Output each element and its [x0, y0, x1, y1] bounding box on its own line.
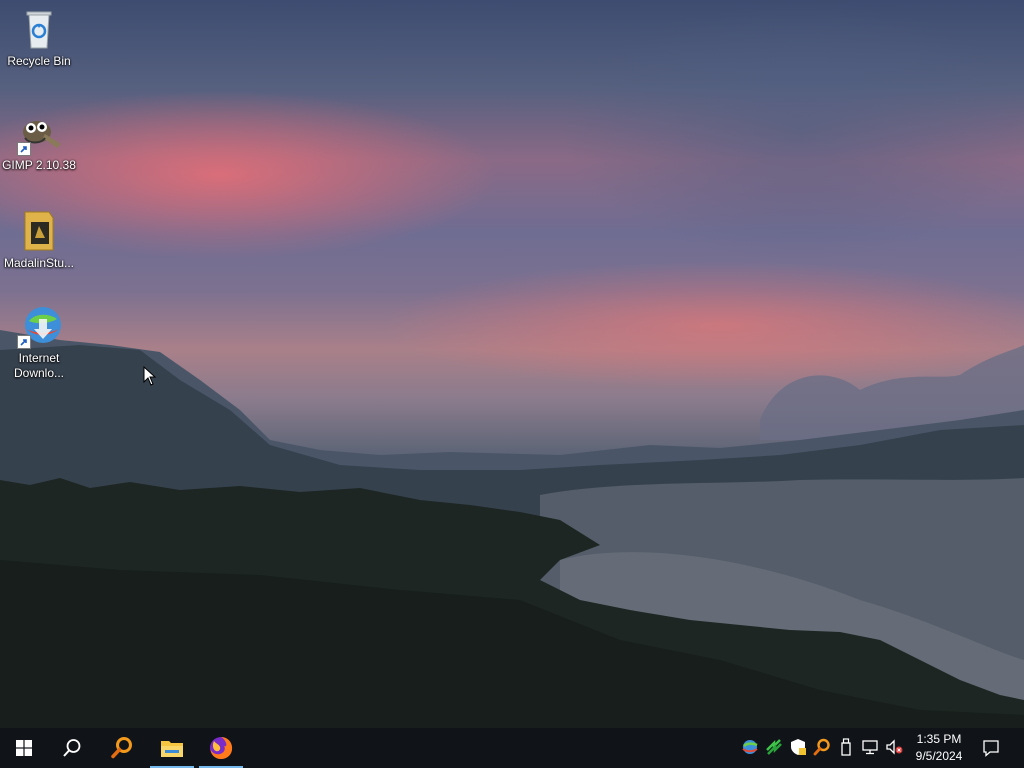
- shortcut-arrow-icon: [17, 335, 31, 349]
- network-icon: [862, 740, 878, 755]
- tray-idm[interactable]: [741, 738, 759, 756]
- orange-magnifier-icon: [111, 737, 132, 759]
- taskbar-firefox[interactable]: [197, 728, 245, 768]
- volume-muted-icon: [886, 739, 903, 755]
- usb-device-icon: [841, 738, 851, 756]
- tray-search-tool[interactable]: [813, 738, 831, 756]
- clock-time: 1:35 PM: [916, 732, 962, 746]
- desktop-icon-internet-download-manager[interactable]: Internet Downlo...: [0, 303, 78, 381]
- folder-icon: [161, 741, 183, 757]
- internet-download-manager-icon: [15, 303, 63, 349]
- mouse-cursor-icon: [143, 365, 157, 391]
- orange-magnifier-icon: [813, 738, 830, 756]
- tray-security[interactable]: [789, 738, 807, 756]
- taskbar-search-tool-app[interactable]: [98, 728, 146, 768]
- desktop-icon-label: Recycle Bin: [7, 54, 71, 68]
- recycle-bin-icon: [15, 6, 63, 52]
- security-shield-icon: [791, 739, 806, 755]
- gimp-icon: [15, 110, 63, 156]
- idm-tray-icon: [742, 740, 758, 754]
- firefox-icon: [210, 737, 233, 759]
- taskbar-file-explorer[interactable]: [148, 728, 196, 768]
- start-button[interactable]: [0, 728, 48, 768]
- desktop-icon-recycle-bin[interactable]: Recycle Bin: [0, 6, 78, 69]
- desktop-wallpaper: Recycle Bin GIMP 2.10.38 MadalinStu... I…: [0, 0, 1024, 728]
- tray-usb-device[interactable]: [837, 738, 855, 756]
- tray-volume[interactable]: [885, 738, 903, 756]
- desktop-icon-label: GIMP 2.10.38: [2, 158, 76, 172]
- action-center-button[interactable]: [967, 728, 1015, 768]
- desktop-icon-gimp[interactable]: GIMP 2.10.38: [0, 110, 78, 173]
- desktop-icon-label: MadalinStu...: [3, 256, 75, 270]
- taskbar: 1:35 PM 9/5/2024: [0, 728, 1024, 768]
- tray-network-activity[interactable]: [765, 738, 783, 756]
- windows-start-icon: [16, 740, 32, 756]
- network-activity-icon: [766, 739, 782, 755]
- shortcut-arrow-icon: [17, 142, 31, 156]
- action-center-icon: [983, 740, 999, 757]
- madalin-stunt-cars-icon: [15, 208, 63, 254]
- search-icon: [63, 739, 81, 757]
- mountain-landscape: [0, 330, 1024, 728]
- system-clock[interactable]: 1:35 PM 9/5/2024: [908, 731, 970, 765]
- clock-date: 9/5/2024: [915, 749, 963, 763]
- search-button[interactable]: [48, 728, 96, 768]
- desktop-icon-madalin-stunt-cars[interactable]: MadalinStu...: [0, 208, 78, 271]
- desktop-icon-label: Internet Downlo...: [13, 351, 65, 380]
- tray-network[interactable]: [861, 738, 879, 756]
